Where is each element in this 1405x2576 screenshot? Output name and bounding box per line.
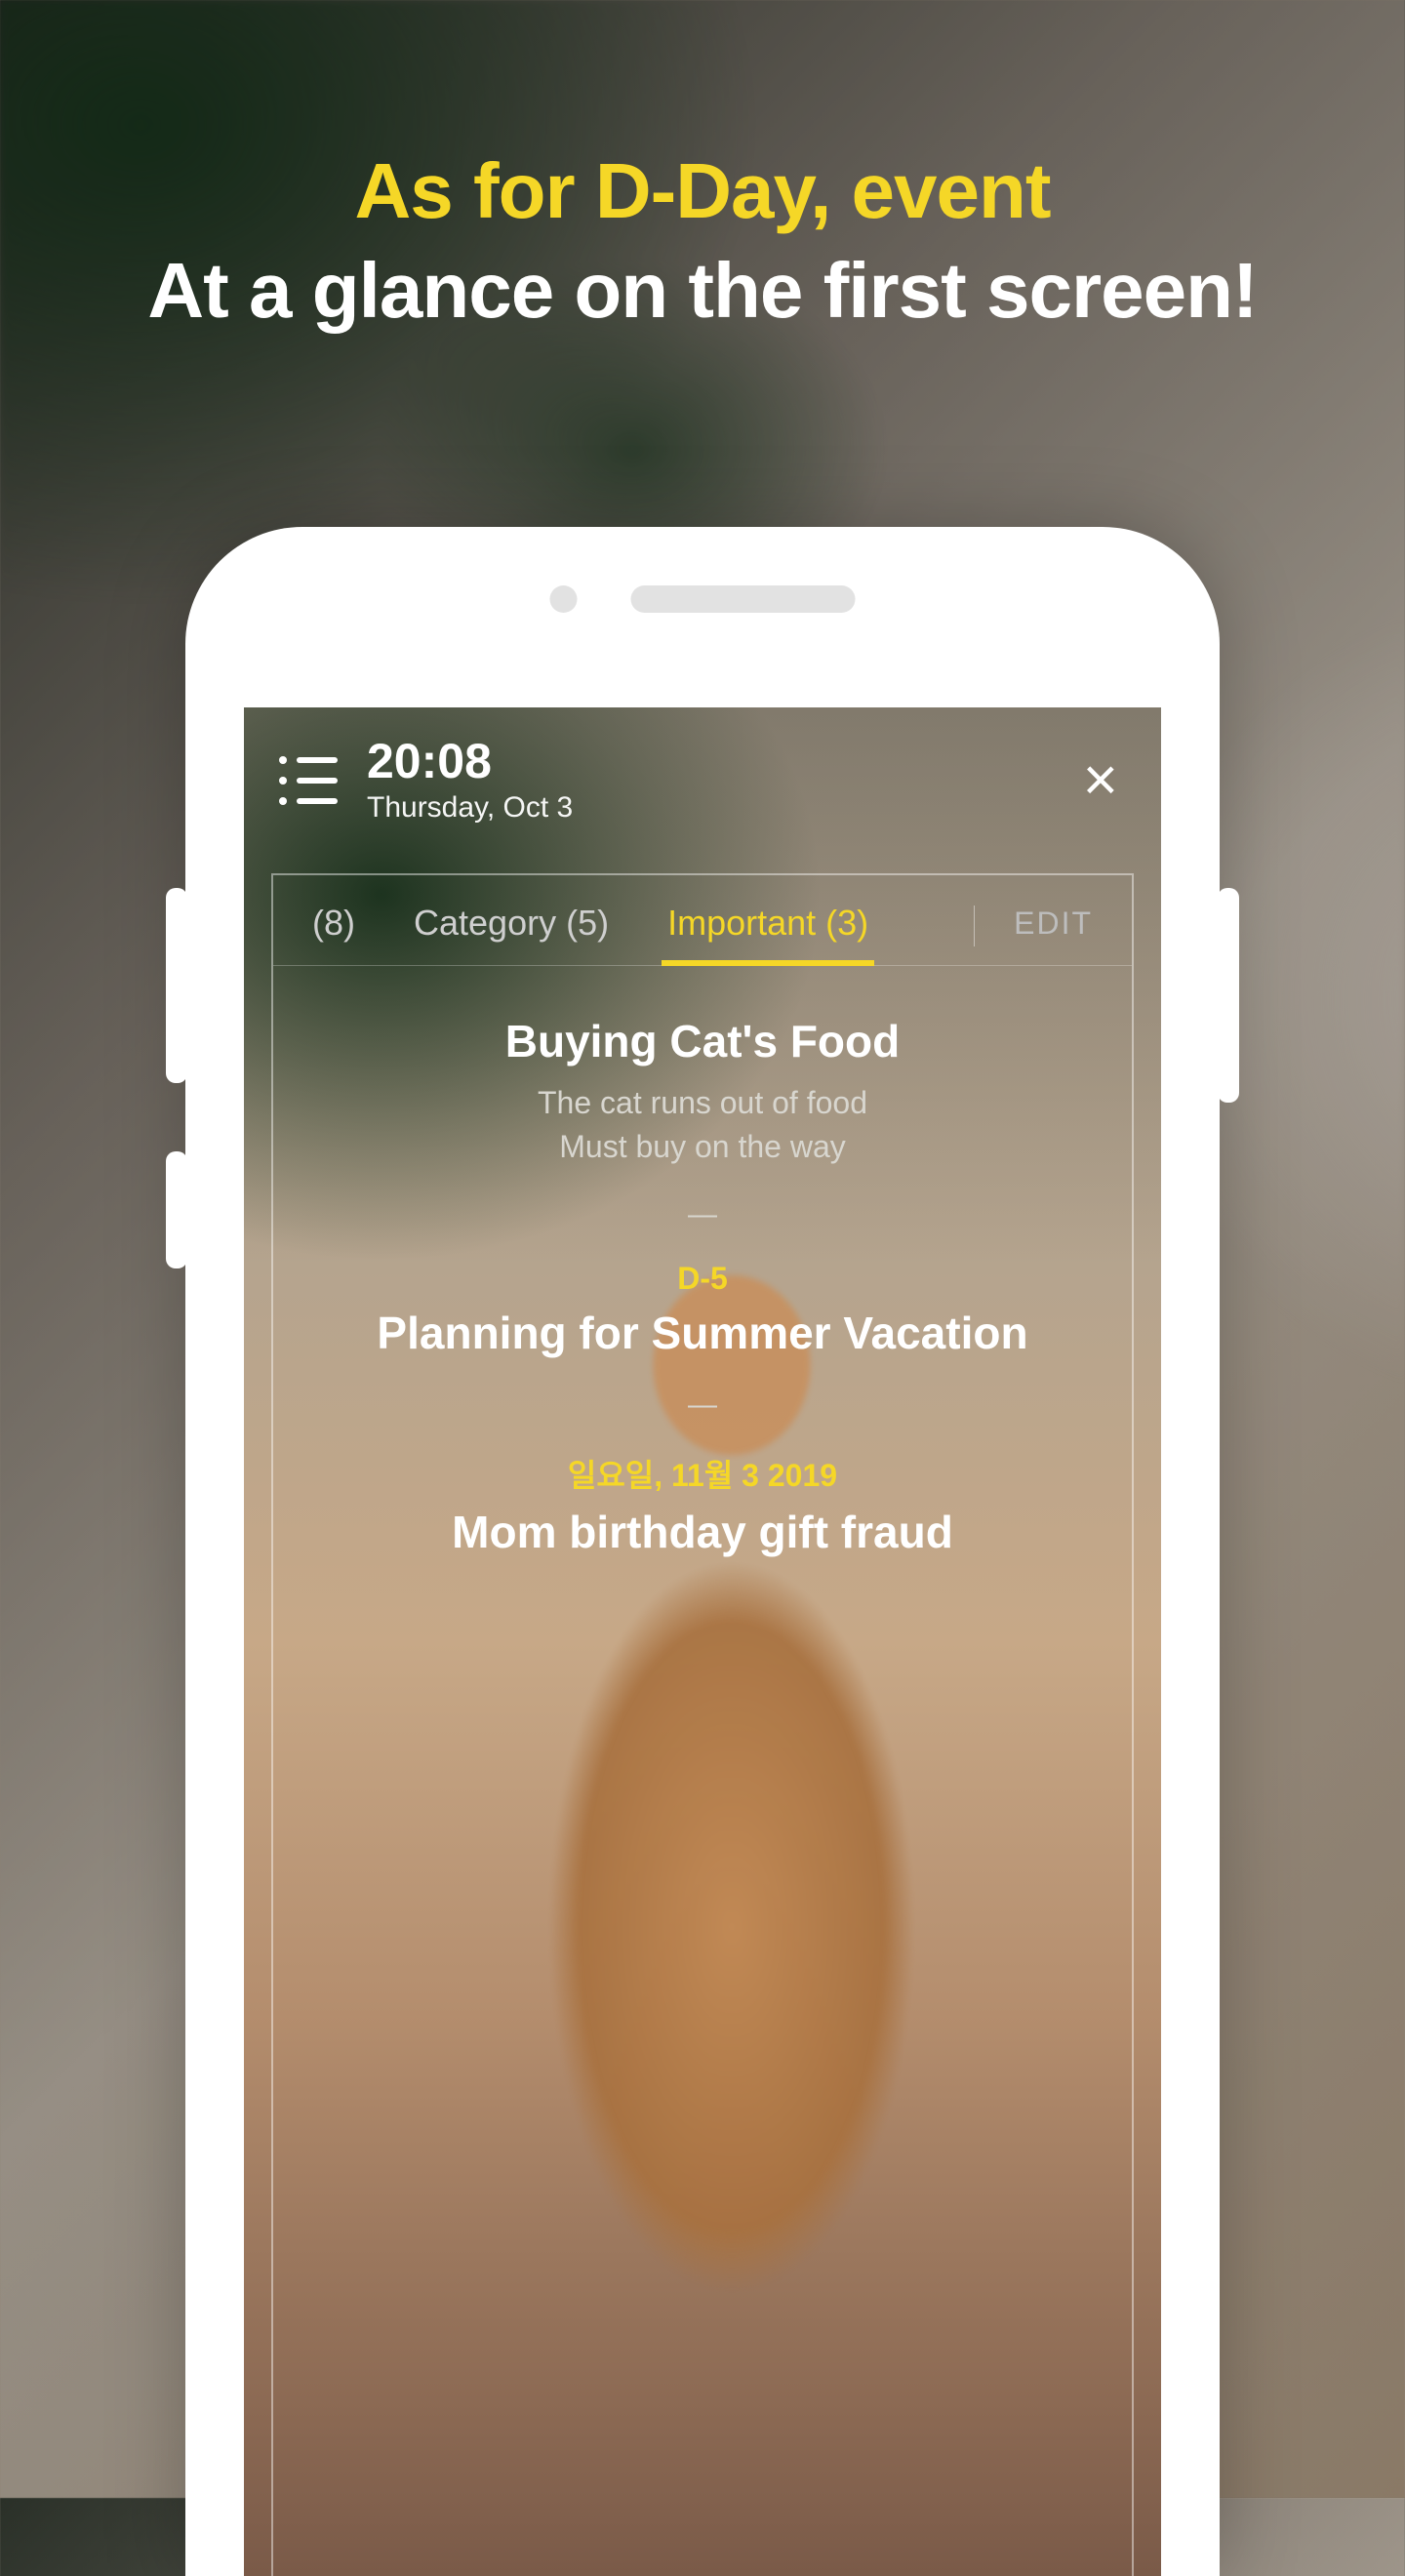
entry-title: Mom birthday gift fraud	[312, 1506, 1093, 1558]
list-item[interactable]: 일요일, 11월 3 2019 Mom birthday gift fraud	[312, 1451, 1093, 1558]
tab-bar: (8) Category (5) Important (3) EDIT	[273, 885, 1132, 966]
tab-all[interactable]: (8)	[312, 903, 355, 965]
entry-subtitle: The cat runs out of food Must buy on the…	[312, 1081, 1093, 1169]
phone-camera-icon	[550, 585, 578, 613]
entry-date: 일요일, 11월 3 2019	[312, 1451, 1093, 1496]
entries-list: Buying Cat's Food The cat runs out of fo…	[273, 966, 1132, 1617]
phone-speaker-icon	[631, 585, 856, 613]
app-screen: 20:08 Thursday, Oct 3 × (8) Category (5)…	[244, 707, 1161, 2576]
list-item[interactable]: Buying Cat's Food The cat runs out of fo…	[312, 1015, 1093, 1169]
entry-dday: D-5	[312, 1261, 1093, 1297]
headline-line-2: At a glance on the first screen!	[0, 246, 1405, 336]
phone-notch	[550, 585, 856, 613]
headline-line-1: As for D-Day, event	[0, 146, 1405, 236]
tab-divider	[974, 906, 975, 946]
marketing-headline: As for D-Day, event At a glance on the f…	[0, 146, 1405, 336]
clock-block: 20:08 Thursday, Oct 3	[367, 737, 1075, 825]
phone-frame: 20:08 Thursday, Oct 3 × (8) Category (5)…	[185, 527, 1220, 2576]
list-menu-icon[interactable]	[279, 756, 338, 805]
date-label: Thursday, Oct 3	[367, 791, 1075, 825]
list-item[interactable]: D-5 Planning for Summer Vacation	[312, 1261, 1093, 1359]
close-icon[interactable]: ×	[1075, 750, 1126, 811]
entry-title: Planning for Summer Vacation	[312, 1307, 1093, 1359]
phone-side-button	[166, 1151, 187, 1268]
edit-button[interactable]: EDIT	[1014, 906, 1093, 963]
entry-separator: —	[312, 1198, 1093, 1231]
entry-title: Buying Cat's Food	[312, 1015, 1093, 1067]
top-bar: 20:08 Thursday, Oct 3 ×	[244, 707, 1161, 844]
phone-side-button	[166, 888, 187, 1083]
memo-panel: (8) Category (5) Important (3) EDIT Buyi…	[271, 873, 1134, 2576]
entry-separator: —	[312, 1389, 1093, 1422]
tab-category[interactable]: Category (5)	[414, 903, 609, 965]
tab-important[interactable]: Important (3)	[667, 903, 868, 965]
time-label: 20:08	[367, 737, 1075, 785]
phone-side-button	[1218, 888, 1239, 1103]
